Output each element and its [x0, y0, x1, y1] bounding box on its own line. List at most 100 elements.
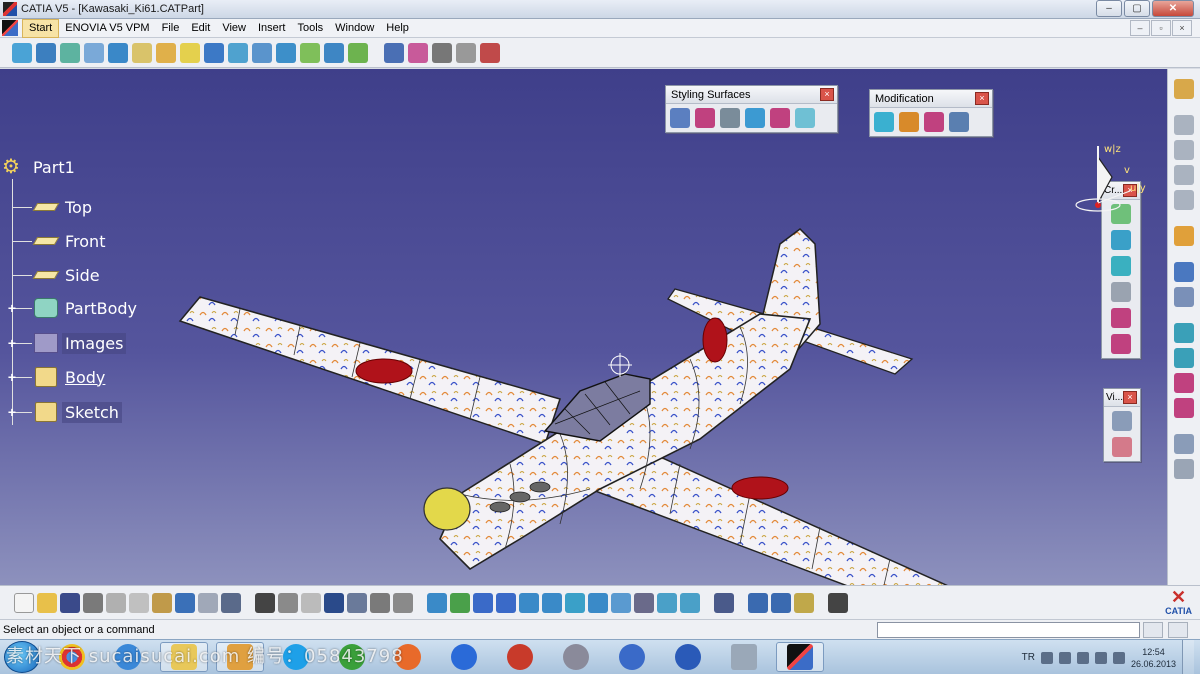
rotate-view-icon[interactable] — [496, 592, 516, 613]
symmetry-icon[interactable] — [1174, 348, 1194, 368]
cut-icon[interactable] — [106, 592, 126, 613]
doc-minimize-button[interactable]: – — [1130, 20, 1150, 36]
tree-node-side[interactable]: Side — [4, 264, 103, 286]
menu-enovia[interactable]: ENOVIA V5 VPM — [59, 19, 155, 38]
taskbar-flash[interactable] — [664, 642, 712, 672]
modification-toolbar[interactable]: Modification × — [869, 89, 993, 137]
open-file-icon[interactable] — [37, 592, 57, 613]
offset-surface-icon[interactable] — [1111, 334, 1131, 354]
tree-root-part1[interactable]: ⚙ Part1 — [2, 155, 78, 179]
duplicate-icon[interactable] — [1174, 165, 1194, 185]
expand-icon[interactable]: + — [5, 405, 19, 419]
windows-start-button[interactable] — [4, 641, 40, 673]
camera-icon[interactable] — [828, 592, 848, 613]
copy-geometry-icon[interactable] — [1174, 115, 1194, 135]
styling-surfaces-close-button[interactable]: × — [820, 88, 834, 101]
inertia-icon[interactable] — [794, 592, 814, 613]
system-clock[interactable]: 12:54 26.06.2013 — [1131, 646, 1176, 670]
graph-icon[interactable] — [347, 592, 367, 613]
shape-icon[interactable] — [795, 108, 815, 128]
catia-menu-icon[interactable] — [2, 20, 18, 36]
xyz-icon[interactable] — [1174, 287, 1194, 307]
taskbar-ie[interactable] — [104, 642, 152, 672]
analysis-icon[interactable] — [384, 42, 404, 63]
menu-insert[interactable]: Insert — [252, 19, 292, 38]
curvature-icon[interactable] — [408, 42, 428, 63]
render-style-icon[interactable] — [634, 592, 654, 613]
status-cancel-button[interactable] — [1143, 622, 1163, 638]
copy-icon[interactable] — [129, 592, 149, 613]
porcupine-icon[interactable] — [480, 42, 500, 63]
paste-icon[interactable] — [152, 592, 172, 613]
measure-item-icon[interactable] — [771, 592, 791, 613]
menu-start[interactable]: Start — [22, 18, 60, 38]
taskbar-skype[interactable] — [272, 642, 320, 672]
menu-tools[interactable]: Tools — [291, 19, 329, 38]
tray-volume-icon[interactable] — [1112, 651, 1125, 664]
catalog-icon[interactable] — [393, 592, 413, 613]
expand-icon[interactable]: + — [5, 301, 19, 315]
swept-icon[interactable] — [695, 108, 715, 128]
tree-node-top[interactable]: Top — [4, 196, 95, 218]
cylinder-icon[interactable] — [1111, 256, 1131, 276]
view-close-button[interactable]: × — [1123, 391, 1137, 404]
taskbar-catia[interactable] — [776, 642, 824, 672]
view-toolbar[interactable]: Vi... × — [1103, 388, 1141, 462]
menu-help[interactable]: Help — [380, 19, 415, 38]
select-icon[interactable] — [1174, 226, 1194, 246]
iso-view-icon[interactable] — [611, 592, 631, 613]
workbench-icon[interactable] — [1174, 79, 1194, 99]
zoom-out-icon[interactable] — [542, 592, 562, 613]
tray-flag-icon[interactable] — [1076, 651, 1089, 664]
paste-geometry-icon[interactable] — [1174, 140, 1194, 160]
extend-icon[interactable] — [276, 42, 296, 63]
compass-widget[interactable]: w|z v u|y — [1072, 141, 1162, 221]
net-surface-icon[interactable] — [720, 108, 740, 128]
cube-icon[interactable] — [1174, 398, 1194, 418]
taskbar-ccleaner[interactable] — [496, 642, 544, 672]
pattern-icon[interactable] — [1174, 373, 1194, 393]
menu-edit[interactable]: Edit — [185, 19, 216, 38]
fly-mode-icon[interactable] — [427, 592, 447, 613]
measure-between-icon[interactable] — [748, 592, 768, 613]
grid-icon[interactable] — [204, 42, 224, 63]
control-points-icon[interactable] — [874, 112, 894, 132]
fill-icon[interactable] — [108, 42, 128, 63]
taskbar-calculator[interactable] — [720, 642, 768, 672]
offset-icon[interactable] — [252, 42, 272, 63]
light-icon[interactable] — [1112, 437, 1132, 457]
redo-icon[interactable] — [198, 592, 218, 613]
pan-icon[interactable] — [473, 592, 493, 613]
measure-icon[interactable] — [714, 592, 734, 613]
project-icon[interactable] — [180, 42, 200, 63]
blend-surface-icon[interactable] — [745, 108, 765, 128]
extrapolate-icon[interactable] — [924, 112, 944, 132]
table-icon[interactable] — [324, 592, 344, 613]
language-indicator[interactable]: TR — [1022, 652, 1035, 663]
tray-battery-icon[interactable] — [1094, 651, 1107, 664]
doc-close-button[interactable]: × — [1172, 20, 1192, 36]
modification-close-button[interactable]: × — [975, 92, 989, 105]
normal-view-icon[interactable] — [565, 592, 585, 613]
blend-icon[interactable] — [84, 42, 104, 63]
hand-icon[interactable] — [1174, 459, 1194, 479]
connect-icon[interactable] — [300, 42, 320, 63]
taskbar-explorer[interactable] — [160, 642, 208, 672]
shape-edit-icon[interactable] — [1174, 323, 1194, 343]
save-icon[interactable] — [60, 592, 80, 613]
status-confirm-button[interactable] — [1168, 622, 1188, 638]
whats-this-icon[interactable] — [221, 592, 241, 613]
knowledge-icon[interactable] — [301, 592, 321, 613]
swap-space-icon[interactable] — [680, 592, 700, 613]
minimize-button[interactable]: – — [1096, 0, 1122, 17]
airplane-model[interactable] — [0, 69, 1167, 585]
taskbar-chrome[interactable] — [48, 642, 96, 672]
expand-icon[interactable]: + — [5, 336, 19, 350]
match-icon[interactable] — [324, 42, 344, 63]
3d-viewport[interactable]: Styling Surfaces × Modification × Cr... × — [0, 69, 1167, 585]
close-button[interactable]: ✕ — [1152, 0, 1194, 17]
match-surface-icon[interactable] — [899, 112, 919, 132]
revolve-icon[interactable] — [670, 108, 690, 128]
tree-node-sketch[interactable]: + Sketch — [4, 401, 122, 423]
highlight-icon[interactable] — [432, 42, 452, 63]
